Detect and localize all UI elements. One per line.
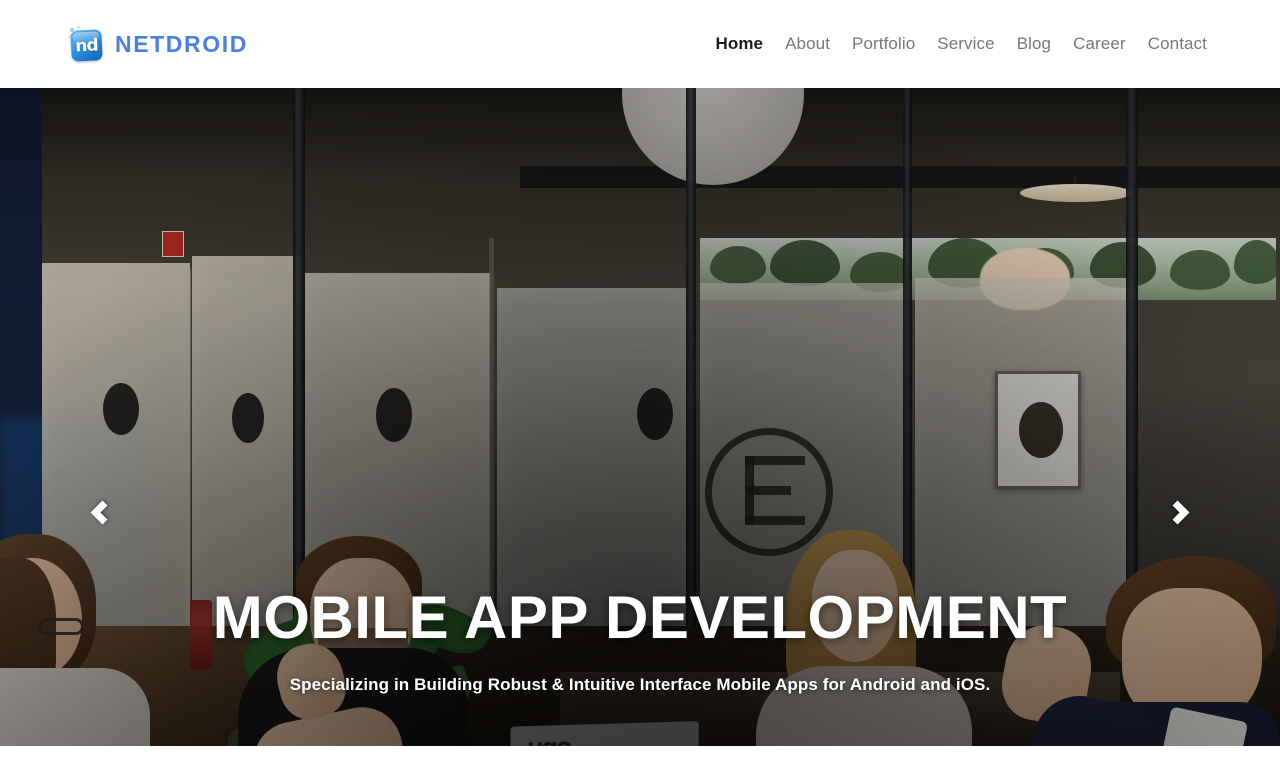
chevron-left-icon [90, 499, 115, 525]
nav-item-contact[interactable]: Contact [1137, 34, 1218, 54]
hero-carousel: ugo CHERRYDECK MOBILE APP DEVELOPMENT Sp… [0, 88, 1280, 746]
nav-item-about[interactable]: About [774, 34, 841, 54]
content-gap [0, 746, 1280, 780]
brand-logo[interactable]: nd NETDROID [68, 26, 248, 62]
brand-name: NETDROID [115, 30, 248, 57]
carousel-next-button[interactable] [1158, 490, 1202, 534]
main-navigation: Home About Portfolio Service Blog Career… [704, 34, 1218, 54]
nav-item-portfolio[interactable]: Portfolio [841, 34, 926, 54]
netdroid-logo-icon: nd [68, 26, 104, 62]
chevron-right-icon [1165, 499, 1190, 525]
brand-mark-letters: nd [74, 34, 99, 57]
nav-item-career[interactable]: Career [1062, 34, 1137, 54]
nav-item-blog[interactable]: Blog [1006, 34, 1062, 54]
nav-item-service[interactable]: Service [926, 34, 1005, 54]
hero-background-image: ugo CHERRYDECK [0, 88, 1280, 746]
carousel-prev-button[interactable] [78, 490, 122, 534]
nav-item-home[interactable]: Home [704, 34, 774, 54]
site-header: nd NETDROID Home About Portfolio Service… [0, 0, 1280, 88]
